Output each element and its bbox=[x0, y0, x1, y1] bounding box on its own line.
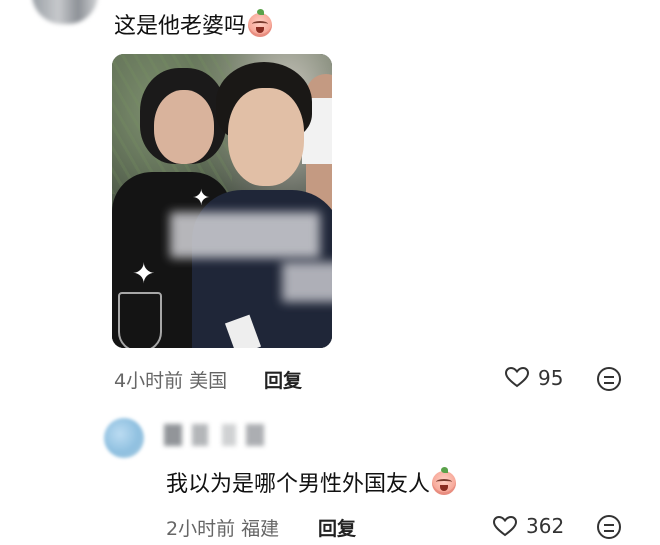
commenter-name-redacted[interactable] bbox=[164, 424, 264, 446]
comment-location: 福建 bbox=[241, 518, 280, 540]
comment-meta: 4小时前 美国 bbox=[114, 366, 227, 393]
crying-laugh-emoji-icon bbox=[248, 9, 273, 37]
comment-time: 2小时前 bbox=[166, 518, 236, 540]
crying-laugh-emoji-icon bbox=[432, 467, 457, 495]
reply-button[interactable]: 回复 bbox=[264, 366, 302, 393]
reply-button[interactable]: 回复 bbox=[318, 514, 356, 541]
comment-location: 美国 bbox=[189, 370, 228, 392]
comment-text: 我以为是哪个男性外国友人 bbox=[166, 466, 457, 498]
comment-text: 这是他老婆吗 bbox=[114, 8, 273, 40]
commenter-avatar[interactable] bbox=[32, 0, 98, 24]
like-heart-icon[interactable] bbox=[492, 515, 518, 537]
comment-body: 这是他老婆吗 bbox=[114, 14, 247, 39]
comment-photo[interactable]: ✦ ✦ bbox=[112, 54, 332, 348]
more-options-icon[interactable] bbox=[597, 515, 621, 539]
commenter-avatar[interactable] bbox=[104, 418, 144, 458]
comment-body: 我以为是哪个男性外国友人 bbox=[166, 472, 431, 497]
like-count: 95 bbox=[538, 366, 564, 390]
sparkle-icon: ✦ bbox=[192, 186, 211, 211]
like-heart-icon[interactable] bbox=[504, 366, 530, 388]
comment-time: 4小时前 bbox=[114, 370, 184, 392]
comment-meta: 2小时前 福建 bbox=[166, 514, 279, 541]
sparkle-icon: ✦ bbox=[132, 257, 156, 290]
more-options-icon[interactable] bbox=[597, 367, 621, 391]
like-count: 362 bbox=[526, 514, 565, 538]
